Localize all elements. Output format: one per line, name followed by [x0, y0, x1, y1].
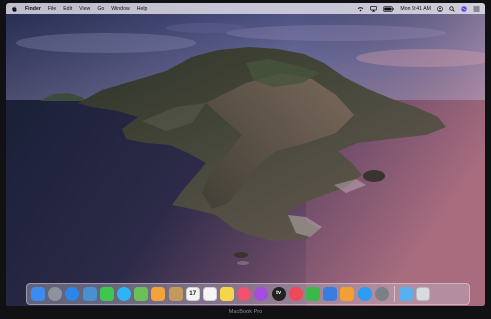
photo-browser-icon[interactable]	[82, 287, 97, 301]
menu-finder[interactable]: Finder	[25, 6, 41, 12]
control-center-icon[interactable]	[473, 6, 480, 12]
messages-icon[interactable]	[116, 287, 131, 301]
menu-window[interactable]: Window	[111, 6, 129, 12]
keynote-icon[interactable]	[323, 287, 338, 301]
app-store-icon[interactable]	[357, 287, 372, 301]
desktop-screen: Finder File Edit View Go Window Help Mon…	[6, 3, 485, 306]
reminders-icon[interactable]	[202, 287, 217, 301]
tv-icon-label: tv	[276, 290, 282, 297]
calendar-icon[interactable]: 17	[185, 287, 200, 301]
desktop-wallpaper	[6, 3, 485, 306]
podcasts-icon[interactable]	[254, 287, 269, 301]
pages-icon[interactable]	[340, 287, 355, 301]
user-icon[interactable]	[437, 5, 443, 12]
calendar-icon-label: 17	[189, 289, 197, 297]
siri-icon[interactable]	[461, 5, 467, 12]
photos-icon[interactable]	[151, 287, 166, 301]
facetime-icon[interactable]	[99, 287, 114, 301]
music-icon[interactable]	[237, 287, 252, 301]
maps-icon[interactable]	[134, 287, 149, 301]
launchpad-icon[interactable]	[48, 287, 63, 301]
battery-icon[interactable]	[383, 5, 395, 12]
menu-file[interactable]: File	[48, 6, 56, 12]
device-model-label: MacBook Pro	[228, 309, 263, 315]
finder-icon[interactable]	[31, 287, 45, 301]
spotlight-icon[interactable]	[449, 5, 455, 12]
menu-view[interactable]: View	[79, 6, 90, 12]
trash-icon[interactable]	[415, 287, 430, 301]
menu-edit[interactable]: Edit	[63, 6, 72, 12]
downloads-folder-icon[interactable]	[398, 287, 413, 301]
macbook-frame: Finder File Edit View Go Window Help Mon…	[0, 0, 491, 319]
system-preferences-icon[interactable]	[374, 287, 389, 301]
menu-help[interactable]: Help	[137, 6, 148, 12]
tv-icon[interactable]: tv	[271, 287, 286, 301]
clock-label[interactable]: Mon 9:41 AM	[400, 6, 431, 12]
wifi-icon[interactable]	[357, 6, 364, 12]
news-icon[interactable]	[288, 287, 303, 301]
notes-icon[interactable]	[220, 287, 235, 301]
menu-bar: Finder File Edit View Go Window Help Mon…	[6, 3, 485, 14]
dock-separator	[393, 286, 395, 302]
numbers-icon[interactable]	[306, 287, 320, 301]
contacts-icon[interactable]	[168, 287, 183, 301]
airplay-icon[interactable]	[370, 5, 378, 12]
menu-go[interactable]: Go	[97, 6, 104, 12]
apple-logo-icon[interactable]	[12, 5, 17, 12]
safari-icon[interactable]	[65, 287, 80, 301]
dock: 17 tv	[26, 283, 470, 305]
